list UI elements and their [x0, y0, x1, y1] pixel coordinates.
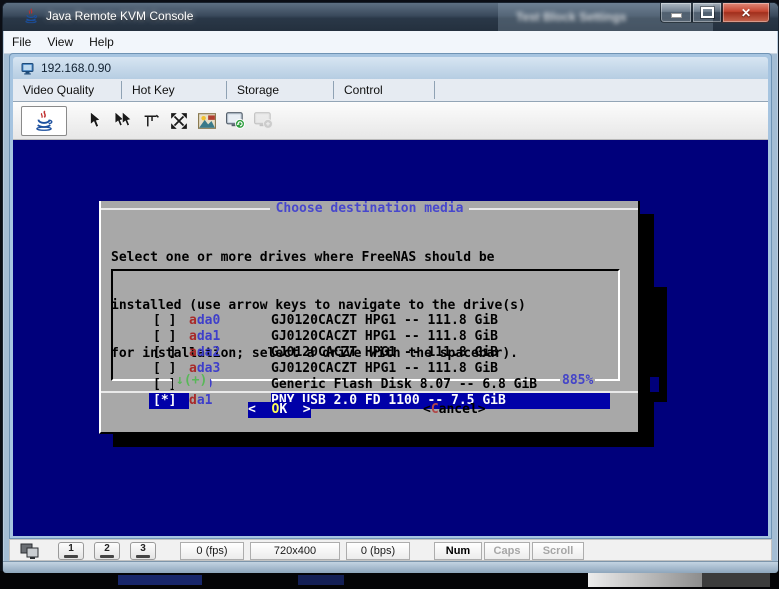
close-icon: ✕ [741, 7, 751, 19]
close-button[interactable]: ✕ [722, 3, 770, 23]
window-bottom-edge [3, 561, 778, 573]
menu-separator [434, 81, 435, 99]
menu-item-file[interactable]: File [4, 33, 39, 51]
snapshot-button[interactable] [197, 111, 217, 131]
resolution-display: 720x400 [250, 542, 340, 560]
single-cursor-button[interactable] [85, 111, 105, 131]
menu-item-help[interactable]: Help [81, 33, 122, 51]
app-menu: Video Quality Hot Key Storage Control [13, 79, 768, 102]
kvm-console-window: Test Block Settings Java Remote KVM Cons… [2, 2, 779, 572]
drive-tag: ada2 [189, 345, 271, 361]
ok-button[interactable]: < OK > [248, 402, 311, 418]
background-window-fragment [118, 575, 202, 585]
drive-row[interactable]: [ ]ada3GJ0120CACZT HPG1 -- 111.8 GiB [149, 361, 610, 377]
app-menu-control[interactable]: Control [334, 79, 434, 101]
soft-cursor-icon [143, 112, 160, 129]
more-below-indicator: ↓(+) [173, 373, 210, 389]
fullscreen-icon [170, 112, 188, 130]
connection-bar: 192.168.0.90 [13, 57, 768, 79]
maximize-button[interactable] [692, 3, 722, 23]
fps-display: 0 (fps) [180, 542, 244, 560]
dialog-divider [101, 391, 638, 393]
mouse-button-1-indicator: 1 [58, 542, 84, 560]
window-title: Java Remote KVM Console [46, 9, 193, 23]
app-menu-hot-key[interactable]: Hot Key [122, 79, 226, 101]
instruction-line: Select one or more drives where FreeNAS … [111, 250, 526, 266]
title-rule [469, 208, 638, 210]
connection-ip: 192.168.0.90 [41, 61, 111, 75]
toolbar [13, 102, 768, 140]
dialog-title: Choose destination media [270, 201, 470, 217]
drive-list-rows: [ ]ada0GJ0120CACZT HPG1 -- 111.8 GiB[ ]a… [113, 313, 618, 409]
minimize-icon [671, 13, 682, 18]
maximize-icon [701, 7, 714, 18]
java-cup-icon [33, 109, 55, 133]
cursor-icon [87, 112, 103, 130]
bps-display: 0 (bps) [346, 542, 410, 560]
shadow-notch [650, 377, 659, 392]
title-rule [101, 208, 270, 210]
monitor-refresh-icon [226, 112, 245, 129]
background-window-fragment [702, 572, 770, 587]
background-window-text: Test Block Settings [516, 10, 626, 24]
drive-description: GJ0120CACZT HPG1 -- 111.8 GiB [271, 345, 498, 361]
title-bar[interactable]: Test Block Settings Java Remote KVM Cons… [3, 3, 778, 31]
drive-row[interactable]: [ ]ada0GJ0120CACZT HPG1 -- 111.8 GiB [149, 313, 610, 329]
snapshot-icon [198, 113, 216, 129]
drive-tag: ada1 [189, 329, 271, 345]
monitor-disabled-button[interactable] [253, 111, 273, 131]
java-cup-icon [23, 8, 39, 24]
menu-bar: File View Help [4, 31, 777, 54]
viewer-frame: 192.168.0.90 Video Quality Hot Key Stora… [9, 53, 772, 539]
mouse-button-3-indicator: 3 [130, 542, 156, 560]
remote-console-screen[interactable]: Choose destination media Select one or m… [13, 140, 768, 536]
app-menu-storage[interactable]: Storage [227, 79, 333, 101]
refresh-video-button[interactable] [225, 111, 245, 131]
caps-lock-indicator[interactable]: Caps [484, 542, 530, 560]
background-window-fragment [588, 572, 702, 587]
soft-cursor-button[interactable] [141, 111, 161, 131]
scroll-lock-indicator[interactable]: Scroll [532, 542, 584, 560]
monitor-icon [21, 62, 34, 75]
drive-row[interactable]: [ ]ada1GJ0120CACZT HPG1 -- 111.8 GiB [149, 329, 610, 345]
drive-description: GJ0120CACZT HPG1 -- 111.8 GiB [271, 329, 498, 345]
drive-row[interactable]: [*]da1PNY USB 2.0 FD 1100 -- 7.5 GiB [149, 393, 610, 409]
monitor-disabled-icon [254, 112, 273, 129]
dual-cursor-button[interactable] [113, 111, 133, 131]
num-lock-indicator[interactable]: Num [434, 542, 482, 560]
drive-description: GJ0120CACZT HPG1 -- 111.8 GiB [271, 361, 498, 377]
dual-monitor-icon [20, 542, 40, 560]
choose-destination-dialog: Choose destination media Select one or m… [99, 201, 640, 434]
dialog-title-row: Choose destination media [101, 201, 638, 217]
minimize-button[interactable] [660, 3, 692, 23]
drive-tag: ada0 [189, 313, 271, 329]
cancel-button[interactable]: <Cancel> [423, 402, 486, 418]
drive-row[interactable]: [ ]ada2GJ0120CACZT HPG1 -- 111.8 GiB [149, 345, 610, 361]
mouse-button-2-indicator: 2 [94, 542, 120, 560]
status-bar: 1 2 3 0 (fps) 720x400 0 (bps) Num Caps S… [9, 539, 772, 561]
drive-listbox: [ ]ada0GJ0120CACZT HPG1 -- 111.8 GiB[ ]a… [111, 269, 620, 381]
drive-description: GJ0120CACZT HPG1 -- 111.8 GiB [271, 313, 498, 329]
java-logo-button[interactable] [21, 106, 67, 136]
dual-cursor-icon [114, 112, 132, 130]
app-menu-video-quality[interactable]: Video Quality [13, 79, 121, 101]
scroll-percent: 885% [560, 373, 595, 389]
fullscreen-button[interactable] [169, 111, 189, 131]
cancel-hotkey: C [431, 402, 439, 417]
background-window-fragment [298, 575, 344, 585]
menu-item-view[interactable]: View [39, 33, 81, 51]
